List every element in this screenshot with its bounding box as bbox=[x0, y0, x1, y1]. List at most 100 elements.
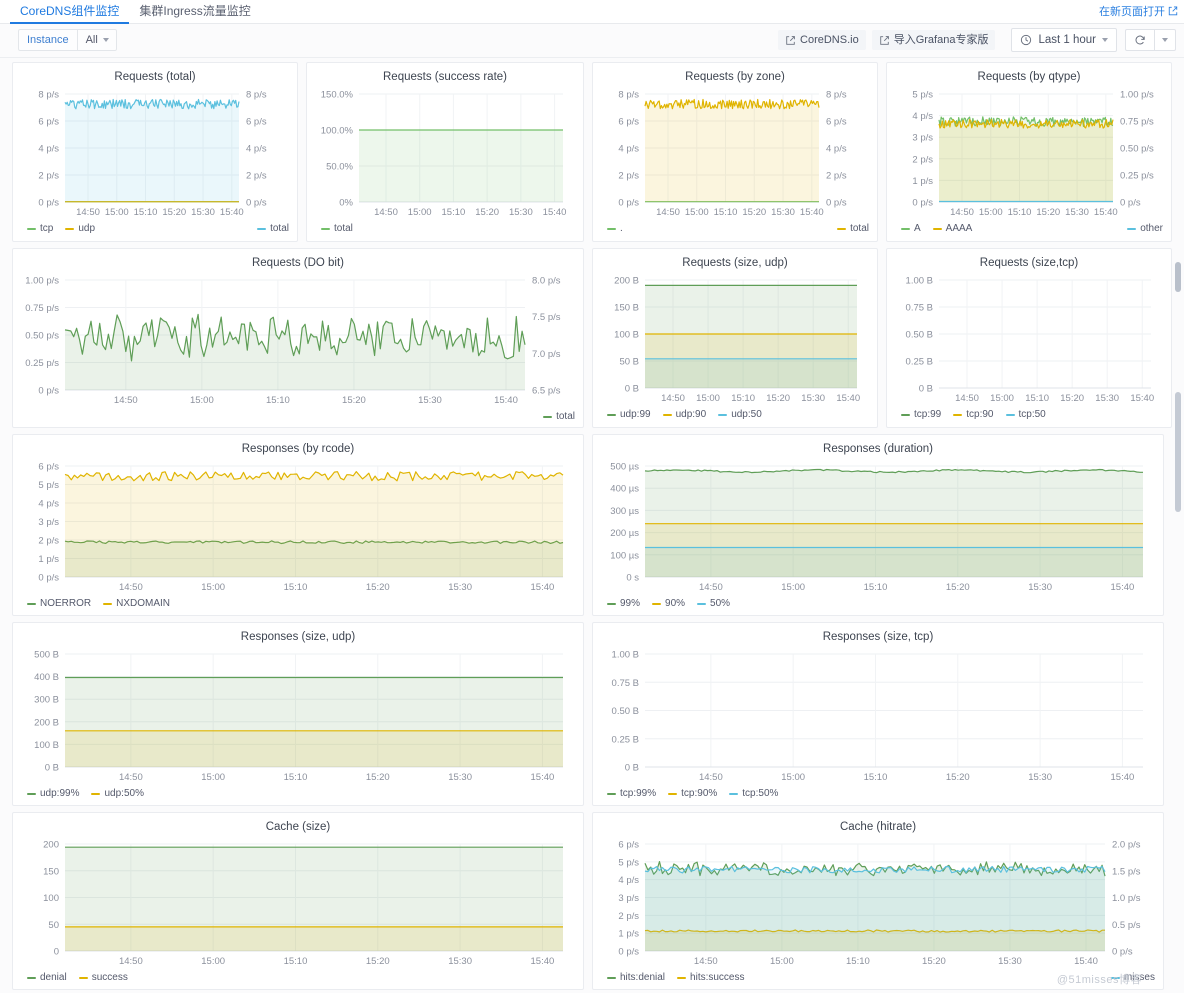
svg-text:1.00 B: 1.00 B bbox=[906, 276, 933, 287]
svg-text:15:10: 15:10 bbox=[864, 582, 888, 593]
chart-canvas[interactable]: 0 B 50 B 100 B 150 B 200 B 14:50 15:00 15:10 15:… bbox=[599, 272, 871, 406]
svg-text:3 p/s: 3 p/s bbox=[618, 893, 639, 904]
panel-legend: tcp:99% tcp:90% tcp:50% bbox=[599, 785, 1157, 802]
svg-text:15:00: 15:00 bbox=[979, 207, 1003, 218]
legend-item[interactable]: total bbox=[543, 411, 575, 423]
legend-item[interactable]: hits:denial bbox=[607, 972, 665, 984]
chart-canvas[interactable]: 0 B 0.25 B 0.50 B 0.75 B 1.00 B 14:50 15:00 15:… bbox=[599, 646, 1157, 785]
svg-text:0%: 0% bbox=[339, 198, 353, 209]
refresh-interval-dropdown[interactable] bbox=[1155, 29, 1176, 51]
panel-title: Requests (total) bbox=[114, 71, 196, 83]
svg-text:15:00: 15:00 bbox=[781, 582, 805, 593]
legend-item[interactable]: AAAA bbox=[932, 223, 972, 235]
legend-item[interactable]: udp:50% bbox=[91, 788, 144, 800]
legend-item[interactable]: tcp:99% bbox=[607, 788, 656, 800]
chart-canvas[interactable]: 0 p/s 1 p/s 2 p/s 3 p/s 4 p/s 5 p/s 6 p/s 14:50… bbox=[19, 458, 577, 595]
legend-item[interactable]: tcp bbox=[27, 223, 53, 235]
chart-canvas[interactable]: 0% 50.0% 100.0% 150.0% 14:50 15:00 15:10 15:20 1… bbox=[313, 86, 577, 220]
legend-item[interactable]: udp:99% bbox=[27, 788, 79, 800]
legend-item[interactable]: NOERROR bbox=[27, 598, 91, 610]
svg-text:200 B: 200 B bbox=[614, 276, 639, 287]
coredns-io-link[interactable]: CoreDNS.io bbox=[778, 30, 866, 50]
panel-grid: Requests (total) 0 p/s 2 p/s 4 p/s 6 p/s 8 p… bbox=[0, 58, 1184, 993]
svg-text:3 p/s: 3 p/s bbox=[912, 133, 933, 144]
legend-item[interactable]: total bbox=[321, 223, 353, 235]
vertical-scrollbar[interactable] bbox=[1175, 62, 1182, 992]
legend-item[interactable]: 90% bbox=[652, 598, 685, 610]
svg-text:0 p/s: 0 p/s bbox=[1112, 947, 1133, 958]
legend-label: udp:99% bbox=[40, 788, 80, 799]
legend-label: udp:99 bbox=[620, 409, 651, 420]
tab-coredns-monitor[interactable]: CoreDNS组件监控 bbox=[10, 0, 130, 24]
panel-title: Responses (duration) bbox=[823, 443, 933, 455]
tab-ingress-monitor[interactable]: 集群Ingress流量监控 bbox=[129, 0, 260, 24]
panel-legend: denial success bbox=[19, 969, 577, 986]
svg-text:0.25 p/s: 0.25 p/s bbox=[25, 358, 59, 369]
chart-canvas[interactable]: 0 B 0.25 B 0.50 B 0.75 B 1.00 B 14:50 15:00 15:… bbox=[893, 272, 1165, 406]
legend-label: total bbox=[556, 411, 575, 422]
svg-text:100 B: 100 B bbox=[614, 330, 639, 341]
svg-text:15:00: 15:00 bbox=[781, 772, 805, 783]
svg-text:2 p/s: 2 p/s bbox=[38, 536, 59, 547]
chart-canvas[interactable]: 0 p/s 2 p/s 4 p/s 6 p/s 8 p/s 0 p/s 2 p/s 4 p/s… bbox=[599, 86, 871, 220]
chart-canvas[interactable]: 0 50 100 150 200 14:50 15:00 15:10 15:20 15:30 15:… bbox=[19, 836, 577, 969]
panel-responses-duration: Responses (duration) 0 s 100 µs 200 µs 300 … bbox=[592, 434, 1164, 616]
instance-variable-select[interactable]: All bbox=[76, 29, 117, 51]
legend-item[interactable]: tcp:90 bbox=[953, 409, 994, 421]
scrollbar-thumb-lower[interactable] bbox=[1175, 392, 1181, 512]
legend-item[interactable]: 99% bbox=[607, 598, 640, 610]
scrollbar-thumb-upper[interactable] bbox=[1175, 262, 1181, 292]
legend-item[interactable]: tcp:50% bbox=[729, 788, 778, 800]
legend-label: . bbox=[620, 223, 623, 234]
legend-item[interactable]: misses bbox=[1110, 972, 1155, 984]
legend-label: tcp:50 bbox=[1018, 409, 1046, 420]
legend-item[interactable]: udp bbox=[65, 223, 95, 235]
svg-text:3 p/s: 3 p/s bbox=[38, 517, 59, 528]
chart-canvas[interactable]: 0 p/s 1 p/s 2 p/s 3 p/s 4 p/s 5 p/s 0 p/s 0.25 … bbox=[893, 86, 1165, 220]
legend-item[interactable]: total bbox=[257, 223, 289, 235]
chart-canvas[interactable]: 0 p/s 2 p/s 4 p/s 6 p/s 8 p/s 0 p/s 2 p/s 4 p/s… bbox=[19, 86, 291, 220]
legend-item[interactable]: other bbox=[1127, 223, 1163, 235]
svg-text:4 p/s: 4 p/s bbox=[618, 144, 639, 155]
legend-item[interactable]: udp:99 bbox=[607, 409, 651, 421]
svg-text:200 µs: 200 µs bbox=[610, 528, 639, 539]
refresh-button[interactable] bbox=[1125, 29, 1155, 51]
legend-item[interactable]: NXDOMAIN bbox=[103, 598, 170, 610]
legend-item[interactable]: hits:success bbox=[677, 972, 745, 984]
panel-title: Requests (by qtype) bbox=[977, 71, 1081, 83]
svg-text:4 p/s: 4 p/s bbox=[38, 499, 59, 510]
svg-text:1.00 p/s: 1.00 p/s bbox=[25, 276, 59, 287]
legend-label: NXDOMAIN bbox=[116, 598, 171, 609]
svg-text:15:00: 15:00 bbox=[408, 207, 432, 218]
legend-item[interactable]: tcp:99 bbox=[901, 409, 941, 421]
chart-canvas[interactable]: 0 B 100 B 200 B 300 B 400 B 500 B 14:50 15:00 15… bbox=[19, 646, 577, 785]
import-grafana-link[interactable]: 导入Grafana专家版 bbox=[871, 30, 996, 50]
panel-title: Requests (DO bit) bbox=[251, 257, 345, 269]
panel-legend: total bbox=[19, 408, 577, 425]
svg-text:15:20: 15:20 bbox=[922, 956, 946, 967]
svg-text:15:40: 15:40 bbox=[836, 393, 860, 404]
legend-item[interactable]: success bbox=[78, 972, 128, 984]
svg-text:4 p/s: 4 p/s bbox=[826, 144, 847, 155]
svg-text:15:30: 15:30 bbox=[1095, 393, 1119, 404]
panel-responses-by-rcode: Responses (by rcode) 0 p/s 1 p/s 2 p/s 3 p/… bbox=[12, 434, 584, 616]
svg-text:150: 150 bbox=[43, 866, 59, 877]
legend-item[interactable]: udp:50 bbox=[718, 409, 762, 421]
legend-item[interactable]: total bbox=[837, 223, 869, 235]
legend-item[interactable]: A bbox=[901, 223, 921, 235]
svg-text:0 B: 0 B bbox=[45, 763, 59, 774]
chart-canvas[interactable]: 0 p/s 1 p/s 2 p/s 3 p/s 4 p/s 5 p/s 6 p/s 0 p/s… bbox=[599, 836, 1157, 969]
legend-item[interactable]: . bbox=[607, 223, 623, 235]
panel-title: Responses (size, udp) bbox=[240, 631, 356, 643]
legend-item[interactable]: tcp:50 bbox=[1005, 409, 1046, 421]
legend-item[interactable]: denial bbox=[27, 972, 67, 984]
legend-item[interactable]: tcp:90% bbox=[668, 788, 717, 800]
chart-canvas[interactable]: 0 s 100 µs 200 µs 300 µs 400 µs 500 µs 14:50 15… bbox=[599, 458, 1157, 595]
legend-item[interactable]: udp:90 bbox=[662, 409, 706, 421]
time-range-picker[interactable]: Last 1 hour bbox=[1011, 28, 1117, 52]
svg-text:300 B: 300 B bbox=[34, 695, 59, 706]
chart-canvas[interactable]: 0 p/s 0.25 p/s 0.50 p/s 0.75 p/s 1.00 p/s 6.5… bbox=[19, 272, 577, 408]
legend-item[interactable]: 50% bbox=[697, 598, 730, 610]
legend-label: A bbox=[914, 223, 921, 234]
open-in-new-page-link[interactable]: 在新页面打开 bbox=[1099, 3, 1178, 19]
